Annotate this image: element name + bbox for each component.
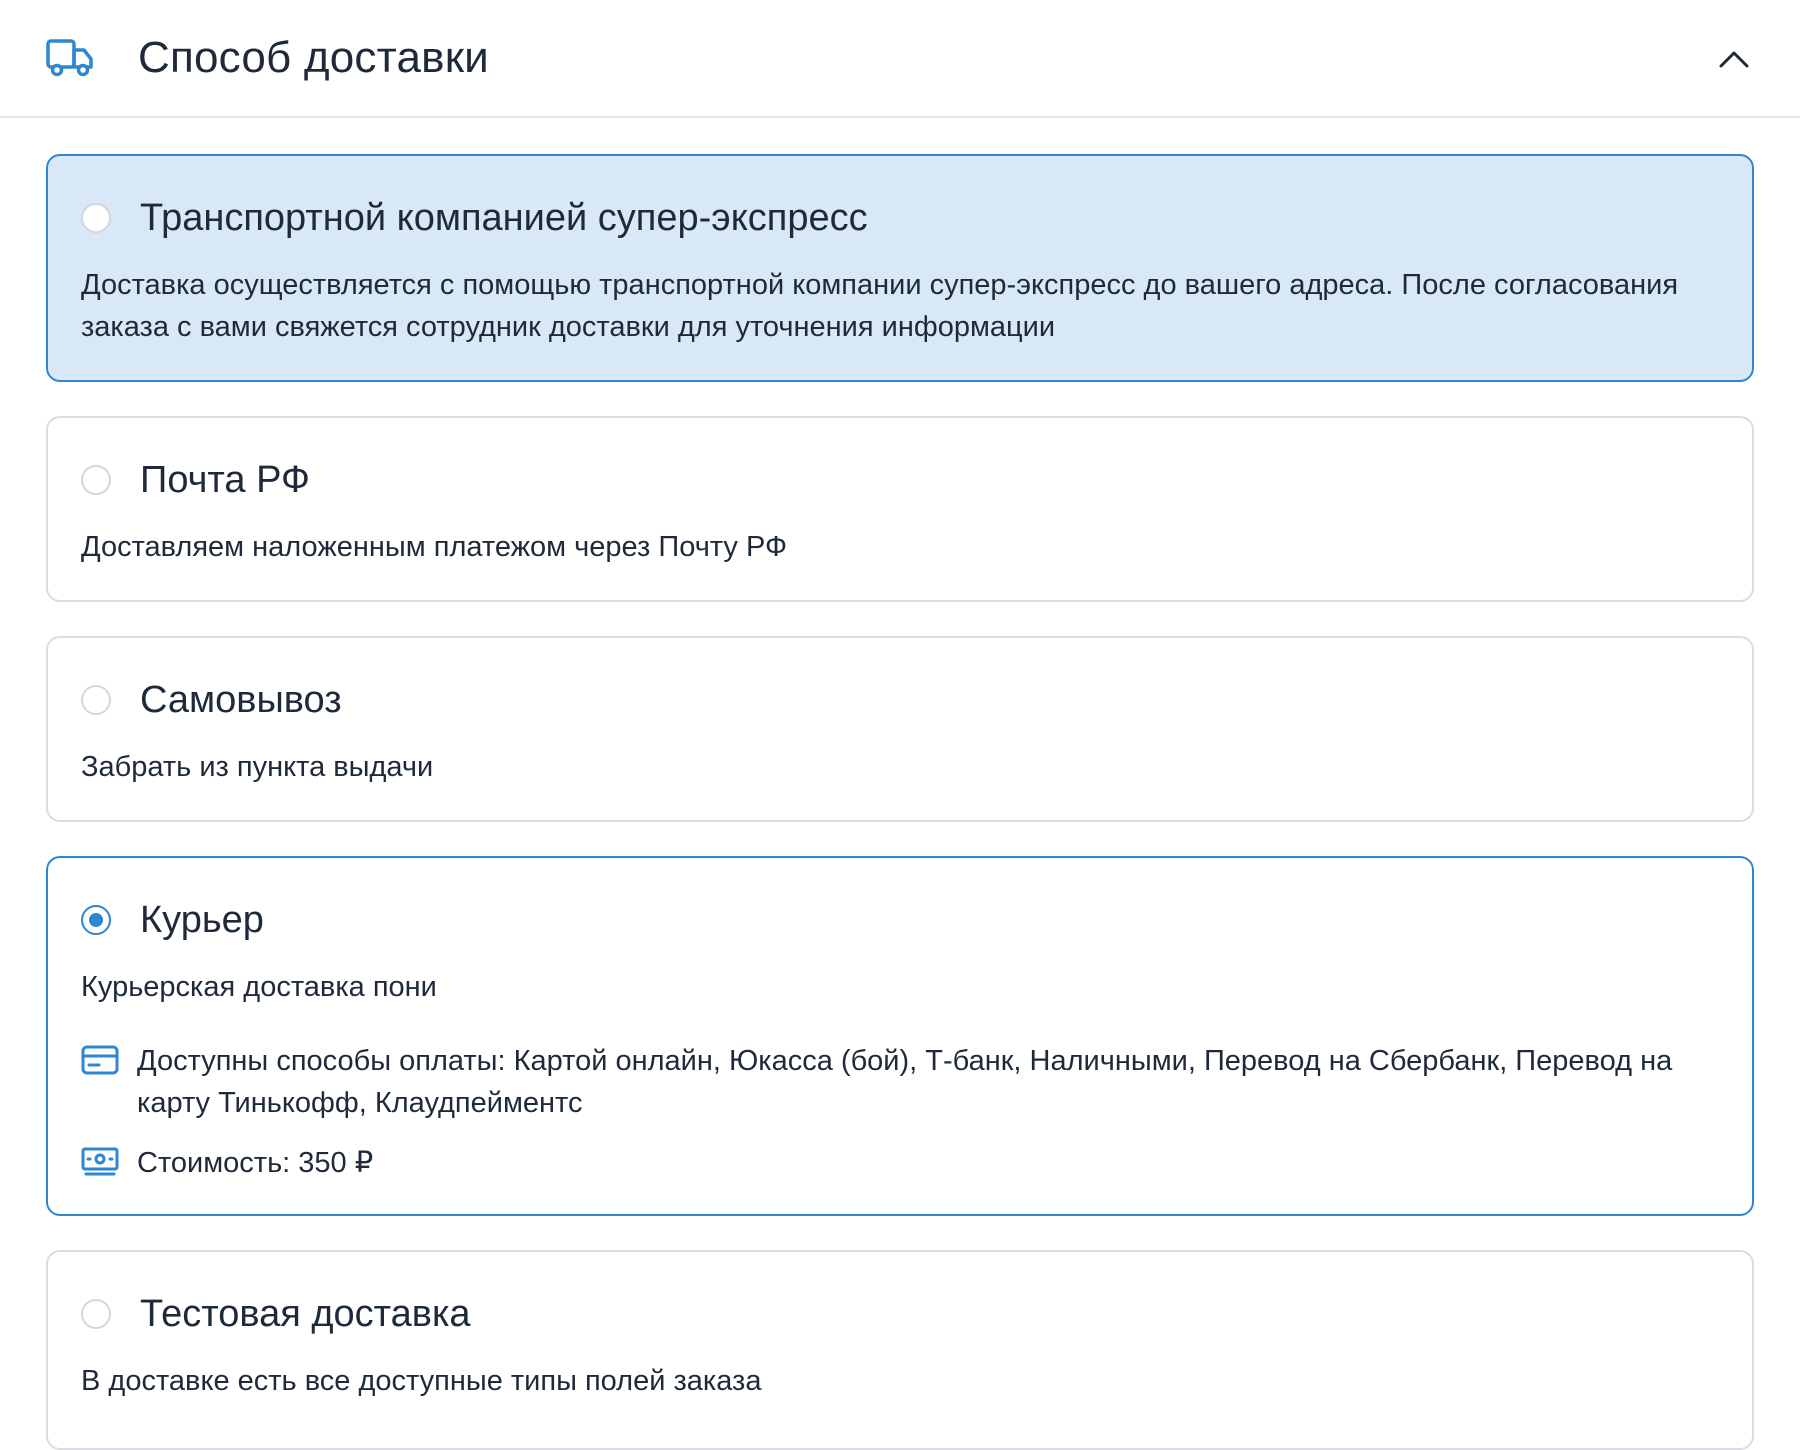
option-description: Забрать из пункта выдачи (81, 751, 434, 783)
option-description: В доставке есть все доступные типы полей… (81, 1365, 762, 1397)
radio-button-selected[interactable] (81, 905, 111, 935)
delivery-option-russian-post[interactable]: Почта РФ Доставляем наложенным платежом … (46, 416, 1754, 602)
option-title: Курьер (140, 899, 264, 941)
option-title: Тестовая доставка (140, 1293, 471, 1335)
option-title: Транспортной компанией супер-экспресс (140, 197, 868, 239)
payment-methods-row: Доступны способы оплаты: Картой онлайн, … (81, 1040, 1712, 1124)
delivery-option-test[interactable]: Тестовая доставка В доставке есть все до… (46, 1250, 1754, 1450)
option-title: Самовывоз (140, 679, 342, 721)
delivery-section-header[interactable]: Способ доставки (0, 0, 1800, 118)
credit-card-icon (81, 1045, 119, 1075)
cost-row: Стоимость: 350 ₽ (81, 1142, 1712, 1184)
page-title: Способ доставки (138, 33, 489, 82)
radio-button[interactable] (81, 1299, 111, 1329)
option-description: Курьерская доставка пони (81, 971, 437, 1003)
radio-button[interactable] (81, 465, 111, 495)
option-title: Почта РФ (140, 459, 310, 501)
money-icon (81, 1147, 119, 1176)
option-description: Доставляем наложенным платежом через Поч… (81, 531, 788, 563)
delivery-option-courier[interactable]: Курьер Курьерская доставка пони Доступны… (46, 856, 1754, 1216)
option-description: Доставка осуществляется с помощью трансп… (81, 269, 1679, 343)
payment-methods-text: Доступны способы оплаты: Картой онлайн, … (137, 1045, 1673, 1119)
delivery-option-pickup[interactable]: Самовывоз Забрать из пункта выдачи (46, 636, 1754, 822)
truck-icon (46, 39, 93, 77)
chevron-up-icon[interactable] (1716, 42, 1752, 78)
cost-text: Стоимость: 350 ₽ (137, 1147, 374, 1179)
delivery-option-transport-company[interactable]: Транспортной компанией супер-экспресс До… (46, 154, 1754, 382)
radio-button[interactable] (81, 203, 111, 233)
radio-button[interactable] (81, 685, 111, 715)
